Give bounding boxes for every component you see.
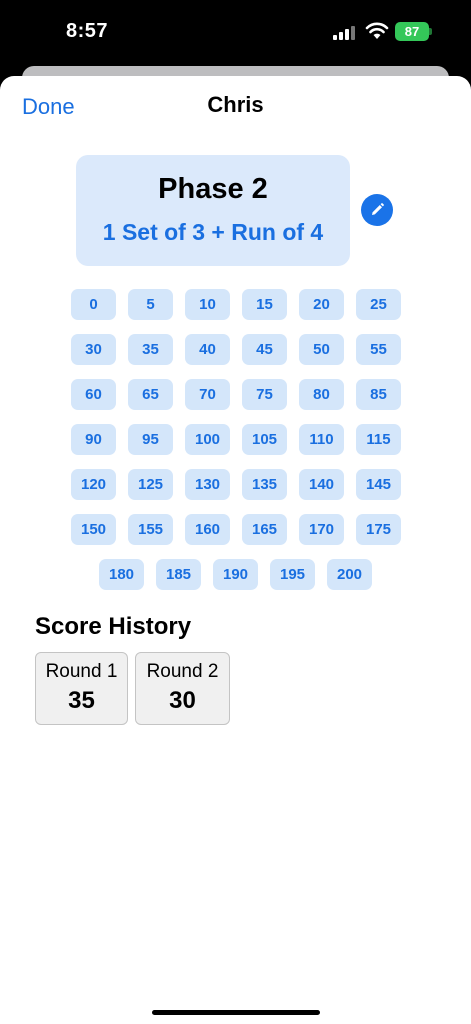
pencil-icon [372, 203, 384, 215]
score-button[interactable]: 160 [185, 514, 230, 545]
status-time: 8:57 [66, 20, 109, 42]
score-button[interactable]: 75 [242, 379, 287, 410]
score-button[interactable]: 70 [185, 379, 230, 410]
score-button[interactable]: 190 [213, 559, 258, 590]
score-button[interactable]: 50 [299, 334, 344, 365]
home-indicator [152, 1010, 320, 1015]
score-button[interactable]: 185 [156, 559, 201, 590]
cellular-signal-icon [333, 26, 355, 40]
score-button[interactable]: 40 [185, 334, 230, 365]
score-button[interactable]: 150 [71, 514, 116, 545]
round-score: 35 [68, 687, 95, 714]
round-card: Round 2 30 [135, 652, 230, 725]
score-button[interactable]: 30 [71, 334, 116, 365]
score-button[interactable]: 195 [270, 559, 315, 590]
score-button[interactable]: 0 [71, 289, 116, 320]
score-button[interactable]: 5 [128, 289, 173, 320]
score-button[interactable]: 140 [299, 469, 344, 500]
score-history-title: Score History [35, 613, 192, 640]
score-button[interactable]: 65 [128, 379, 173, 410]
score-button[interactable]: 15 [242, 289, 287, 320]
score-button[interactable]: 130 [185, 469, 230, 500]
round-label: Round 1 [45, 661, 118, 682]
battery-cap [429, 28, 432, 35]
score-button[interactable]: 105 [242, 424, 287, 455]
round-card: Round 1 35 [35, 652, 128, 725]
phase-description: 1 Set of 3 + Run of 4 [102, 219, 324, 245]
score-button[interactable]: 180 [99, 559, 144, 590]
score-button[interactable]: 175 [356, 514, 401, 545]
round-score: 30 [169, 687, 196, 714]
score-button[interactable]: 10 [185, 289, 230, 320]
score-button[interactable]: 200 [327, 559, 372, 590]
round-label: Round 2 [146, 661, 219, 682]
phase-card: Phase 2 1 Set of 3 + Run of 4 [76, 155, 350, 266]
edit-phase-button[interactable] [361, 194, 393, 226]
battery-icon: 87 [395, 22, 429, 41]
score-button[interactable]: 60 [71, 379, 116, 410]
battery-level: 87 [404, 24, 420, 39]
score-button[interactable]: 90 [71, 424, 116, 455]
score-button[interactable]: 145 [356, 469, 401, 500]
score-button[interactable]: 170 [299, 514, 344, 545]
score-button[interactable]: 125 [128, 469, 173, 500]
score-button[interactable]: 115 [356, 424, 401, 455]
score-button[interactable]: 100 [185, 424, 230, 455]
phase-title: Phase 2 [158, 173, 268, 205]
score-button[interactable]: 110 [299, 424, 344, 455]
score-button[interactable]: 120 [71, 469, 116, 500]
score-button[interactable]: 35 [128, 334, 173, 365]
score-button[interactable]: 55 [356, 334, 401, 365]
player-sheet: Done Chris Phase 2 1 Set of 3 + Run of 4… [0, 76, 471, 1024]
score-button[interactable]: 85 [356, 379, 401, 410]
status-bar: 8:57 87 [0, 0, 471, 64]
score-button[interactable]: 80 [299, 379, 344, 410]
score-button[interactable]: 135 [242, 469, 287, 500]
wifi-icon [365, 22, 389, 39]
score-button[interactable]: 165 [242, 514, 287, 545]
score-button[interactable]: 155 [128, 514, 173, 545]
player-name-title: Chris [207, 92, 264, 117]
score-button[interactable]: 95 [128, 424, 173, 455]
score-button[interactable]: 45 [242, 334, 287, 365]
score-button[interactable]: 20 [299, 289, 344, 320]
score-button[interactable]: 25 [356, 289, 401, 320]
